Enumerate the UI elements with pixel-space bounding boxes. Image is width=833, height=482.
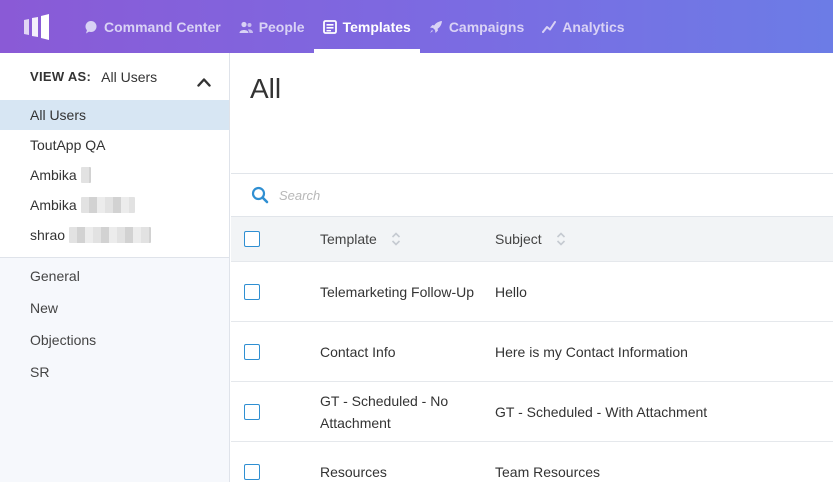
page-title: All	[250, 73, 282, 104]
redacted-name	[69, 227, 152, 243]
column-header-template[interactable]: Template	[320, 231, 495, 247]
user-item-all-users[interactable]: All Users	[0, 100, 229, 130]
nav-label: Command Center	[104, 18, 221, 35]
folder-label: New	[30, 300, 59, 316]
nav-campaigns[interactable]: Campaigns	[420, 0, 533, 53]
template-subject: Team Resources	[495, 463, 601, 480]
template-subject: Here is my Contact Information	[495, 343, 688, 360]
analytics-icon	[542, 20, 557, 34]
chat-bubble-icon	[84, 20, 98, 34]
search-bar	[231, 173, 833, 217]
nav-command-center[interactable]: Command Center	[75, 0, 230, 53]
main-nav: Command Center People Templates Campaign…	[75, 0, 634, 53]
template-cell: Contact Info	[320, 341, 495, 363]
template-cell: GT - Scheduled - No Attachment	[320, 390, 495, 434]
subject-cell: Hello	[495, 281, 833, 303]
column-header-label: Template	[320, 231, 377, 247]
view-as-value: All Users	[101, 68, 158, 85]
header-checkbox-cell	[231, 231, 320, 247]
folder-label: SR	[30, 364, 50, 380]
user-item-label: Ambika	[30, 197, 77, 213]
search-input[interactable]	[279, 187, 579, 203]
app-logo[interactable]	[0, 0, 75, 53]
view-as-label: VIEW AS:	[30, 69, 92, 84]
nav-people[interactable]: People	[230, 0, 314, 53]
search-icon[interactable]	[251, 186, 269, 204]
row-checkbox[interactable]	[244, 343, 260, 360]
user-item[interactable]: shrao	[0, 220, 229, 250]
people-icon	[239, 20, 253, 34]
template-name: Contact Info	[320, 343, 396, 360]
nav-label: Campaigns	[448, 18, 525, 35]
row-checkbox-cell	[231, 403, 320, 420]
redacted-name	[80, 167, 91, 183]
table-row[interactable]: Contact Info Here is my Contact Informat…	[231, 322, 833, 382]
rocket-icon	[429, 20, 443, 34]
sidebar: VIEW AS: All Users All Users ToutApp QA …	[0, 53, 230, 482]
table-row[interactable]: GT - Scheduled - No Attachment GT - Sche…	[231, 382, 833, 442]
subject-cell: GT - Scheduled - With Attachment	[495, 401, 833, 423]
folder-item-new[interactable]: New	[0, 292, 229, 324]
main-content: All Template Subject T	[231, 53, 833, 482]
row-checkbox-cell	[231, 283, 320, 300]
template-name: Resources	[320, 463, 387, 480]
template-subject: GT - Scheduled - With Attachment	[495, 403, 708, 420]
template-name: GT - Scheduled - No Attachment	[320, 392, 449, 431]
nav-analytics[interactable]: Analytics	[533, 0, 633, 53]
chevron-up-icon[interactable]	[197, 77, 211, 87]
folder-item-general[interactable]: General	[0, 260, 229, 292]
template-subject: Hello	[495, 283, 527, 300]
templates-icon	[322, 19, 337, 34]
top-navigation: Command Center People Templates Campaign…	[0, 0, 833, 53]
user-item-label: All Users	[30, 107, 87, 123]
user-list: All Users ToutApp QA Ambika Ambika shrao	[0, 100, 229, 258]
redacted-name	[80, 197, 135, 213]
select-all-checkbox[interactable]	[244, 231, 260, 247]
row-checkbox[interactable]	[244, 463, 260, 480]
folder-label: Objections	[30, 332, 97, 348]
folder-label: General	[30, 268, 80, 284]
sort-icon	[391, 232, 400, 246]
folder-item-sr[interactable]: SR	[0, 356, 229, 388]
template-table-body: Telemarketing Follow-Up Hello Contact In…	[231, 262, 833, 482]
template-name: Telemarketing Follow-Up	[320, 283, 475, 300]
user-item[interactable]: Ambika	[0, 190, 229, 220]
nav-label: Analytics	[562, 18, 625, 35]
logo-icon	[24, 13, 49, 40]
column-header-subject[interactable]: Subject	[495, 231, 833, 247]
nav-label: People	[258, 18, 305, 35]
column-header-label: Subject	[495, 231, 542, 247]
nav-label: Templates	[342, 18, 411, 35]
user-item-label: shrao	[30, 227, 66, 243]
template-cell: Telemarketing Follow-Up	[320, 281, 495, 303]
nav-templates[interactable]: Templates	[313, 0, 421, 53]
user-item[interactable]: Ambika	[0, 160, 229, 190]
row-checkbox[interactable]	[244, 283, 260, 300]
table-row[interactable]: Resources Team Resources	[231, 442, 833, 482]
row-checkbox-cell	[231, 463, 320, 480]
table-row[interactable]: Telemarketing Follow-Up Hello	[231, 262, 833, 322]
subject-cell: Team Resources	[495, 461, 833, 482]
folder-item-objections[interactable]: Objections	[0, 324, 229, 356]
row-checkbox[interactable]	[244, 403, 260, 420]
view-as-selector[interactable]: VIEW AS: All Users	[0, 53, 229, 100]
sort-icon	[556, 232, 565, 246]
user-item[interactable]: ToutApp QA	[0, 130, 229, 160]
folder-list: General New Objections SR	[0, 258, 229, 388]
row-checkbox-cell	[231, 343, 320, 360]
subject-cell: Here is my Contact Information	[495, 341, 833, 363]
template-cell: Resources	[320, 461, 495, 482]
user-item-label: Ambika	[30, 167, 77, 183]
table-header: Template Subject	[231, 217, 833, 262]
user-item-label: ToutApp QA	[30, 137, 106, 153]
